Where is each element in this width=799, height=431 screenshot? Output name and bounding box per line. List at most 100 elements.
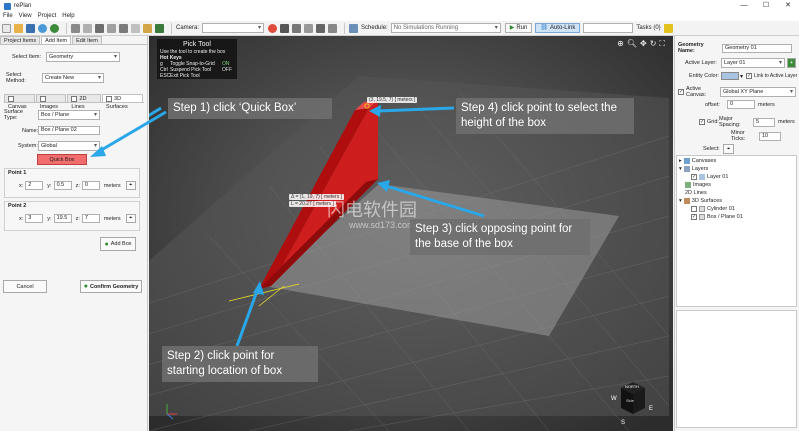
tree-cylinder[interactable]: Cylinder 01 — [707, 206, 735, 212]
video-icon[interactable] — [328, 23, 338, 33]
point2-y-input[interactable]: 19.5 — [53, 214, 72, 223]
close-button[interactable]: ✕ — [777, 0, 799, 12]
active-layer-combo[interactable]: Layer 01 — [721, 58, 785, 68]
tree-layers[interactable]: Layers — [692, 166, 709, 172]
menu-project[interactable]: Project — [38, 12, 57, 21]
tree-layer01[interactable]: Layer 01 — [707, 174, 728, 180]
minimize-button[interactable]: — — [733, 0, 755, 12]
cancel-button[interactable]: Cancel — [3, 280, 47, 293]
link-checkbox[interactable]: ✓ — [746, 73, 753, 79]
point1-y-input[interactable]: 0.5 — [53, 181, 72, 190]
geometry-name-input[interactable]: Geometry 01 — [722, 43, 792, 53]
menu-help[interactable]: Help — [62, 12, 74, 21]
tab-canvas[interactable]: Canvas — [4, 94, 35, 110]
hotkey-key: ESC — [160, 73, 171, 79]
menu-file[interactable]: File — [3, 12, 13, 21]
point2-z-input[interactable]: 7 — [81, 214, 100, 223]
light-icon[interactable] — [143, 23, 152, 33]
auto-link-label: Auto-Link — [549, 25, 576, 31]
globe-icon[interactable] — [38, 23, 47, 33]
screenshot-icon[interactable] — [316, 23, 326, 33]
add-layer-button[interactable]: + — [787, 58, 796, 68]
select-item-combo[interactable]: Geometry — [46, 52, 120, 62]
offset-input[interactable]: 0 — [727, 100, 755, 109]
cube-icon[interactable] — [95, 23, 104, 33]
grid-checkbox[interactable]: ✓ — [699, 119, 705, 125]
tasks-label[interactable]: Tasks (0) — [636, 25, 660, 31]
pencil-icon[interactable] — [663, 23, 673, 33]
select-button[interactable]: ⌖ — [723, 144, 734, 154]
camera-select[interactable] — [202, 23, 265, 33]
camera-save-icon[interactable] — [292, 23, 302, 33]
add-box-button[interactable]: ● Add Box — [100, 237, 136, 251]
collapse-icon[interactable]: ▾ — [679, 198, 682, 204]
images-tab-icon — [39, 95, 46, 102]
active-canvas-checkbox[interactable]: ✓ — [678, 89, 684, 95]
offset-label: offset: — [705, 101, 720, 108]
point2-pick-button[interactable]: ⌖ — [125, 214, 136, 223]
major-spacing-input[interactable]: 5 — [753, 117, 775, 127]
new-file-icon[interactable] — [2, 23, 11, 33]
geometry-name-label: Geometry Name: — [678, 42, 704, 54]
menu-view[interactable]: View — [19, 12, 32, 21]
quick-box-button[interactable]: Quick Box — [37, 154, 87, 165]
tree-canvases[interactable]: Canvases — [692, 158, 716, 164]
confirm-geometry-button[interactable]: ● Confirm Geometry — [80, 280, 142, 293]
entity-color-swatch[interactable] — [721, 72, 739, 80]
point1-z-input[interactable]: 0 — [81, 181, 100, 190]
main-toolbar: Camera: Schedule: No Simulations Running… — [0, 21, 799, 36]
point1-pick-button[interactable]: ⌖ — [125, 181, 136, 190]
canvases-icon — [683, 158, 690, 164]
point1-x-input[interactable]: 2 — [25, 181, 44, 190]
plus-icon: + — [789, 60, 794, 66]
tab-2d-lines[interactable]: 2D Lines — [67, 94, 102, 110]
select-tool-icon[interactable] — [71, 23, 80, 33]
tree-boxplane[interactable]: Box / Plane 01 — [707, 214, 743, 220]
expand-icon[interactable]: ▸ — [679, 158, 682, 164]
tab-project-items[interactable]: Project Items — [0, 36, 41, 44]
line-icon[interactable] — [131, 23, 140, 33]
add-icon[interactable] — [50, 23, 59, 33]
collapse-icon[interactable]: ▾ — [679, 166, 682, 172]
tree-3d-surfaces[interactable]: 3D Surfaces — [692, 198, 722, 204]
tab-edit-item[interactable]: Edit Item — [72, 36, 102, 44]
zoom-icon[interactable]: 🔍︎ — [627, 39, 637, 49]
rotate-icon[interactable]: ↻ — [650, 39, 657, 49]
camera-icon[interactable] — [280, 23, 290, 33]
point2-x-input[interactable]: 3 — [25, 214, 44, 223]
color-dropdown-icon[interactable]: ▾ — [740, 73, 743, 80]
stop-icon[interactable] — [268, 23, 278, 33]
tab-images[interactable]: Images — [35, 94, 67, 110]
camera-label: Camera: — [176, 25, 200, 31]
maximize-button[interactable]: ☐ — [755, 0, 777, 12]
select-method-combo[interactable]: Create New — [42, 73, 104, 83]
left-panel: Project Items Add Item Edit Item Select … — [0, 36, 148, 431]
tree-images[interactable]: Images — [693, 182, 711, 188]
run-button[interactable]: ▶ Run — [504, 23, 533, 33]
tree-icon[interactable] — [155, 23, 164, 33]
point1-x-label: x: — [19, 182, 24, 189]
boxplane-checkbox[interactable]: ✓ — [691, 214, 697, 220]
save-icon[interactable] — [26, 23, 35, 33]
minor-ticks-input[interactable]: 10 — [759, 131, 781, 141]
fullscreen-icon[interactable]: ⛶ — [659, 39, 665, 49]
auto-link-button[interactable]: ⛓ Auto-Link — [535, 23, 581, 33]
surface-icon[interactable] — [119, 23, 128, 33]
open-folder-icon[interactable] — [14, 23, 23, 33]
layers-icon[interactable] — [107, 23, 116, 33]
schedule-select[interactable]: No Simulations Running — [390, 23, 501, 33]
layer-color-icon — [699, 174, 705, 180]
camera-list-icon[interactable] — [304, 23, 314, 33]
grid-icon[interactable] — [83, 23, 92, 33]
tab-3d-surfaces[interactable]: 3D Surfaces — [102, 94, 143, 110]
cylinder-checkbox[interactable] — [691, 206, 697, 212]
tree-2d-lines[interactable]: 2D Lines — [685, 190, 707, 196]
major-spacing-units: meters — [778, 119, 795, 125]
project-tree[interactable]: ▸ Canvases ▾ Layers ✓ Layer 01 Images 2D Li… — [676, 155, 797, 307]
pan-icon[interactable]: ✥ — [640, 39, 647, 49]
tab-add-item[interactable]: Add Item — [41, 36, 72, 44]
select-cursor-icon: ⌖ — [726, 145, 731, 152]
layer01-checkbox[interactable]: ✓ — [691, 174, 697, 180]
active-canvas-combo[interactable]: Global XY Plane — [720, 87, 796, 97]
zoom-extents-icon[interactable]: ⊕ — [617, 39, 624, 49]
